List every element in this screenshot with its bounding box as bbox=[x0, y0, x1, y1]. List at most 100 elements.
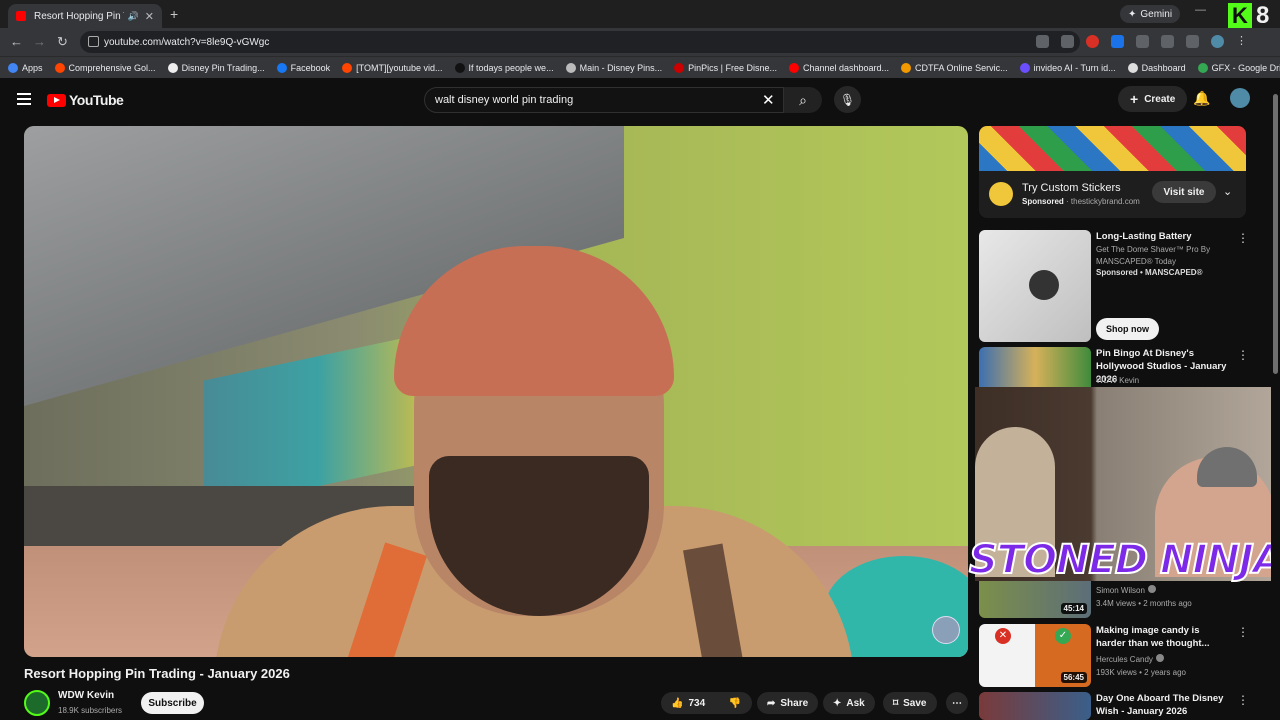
page-scrollbar[interactable] bbox=[1271, 82, 1280, 720]
bookmark-favicon-icon bbox=[342, 62, 353, 73]
bookmark-label: Main - Disney Pins... bbox=[579, 62, 663, 73]
recommendation-title[interactable]: Long-Lasting Battery bbox=[1096, 230, 1231, 243]
media-control-icon[interactable] bbox=[1186, 35, 1199, 48]
ask-button[interactable]: ✦ Ask bbox=[823, 692, 875, 714]
recommendation-item[interactable]: Day One Aboard The Disney Wish - January… bbox=[979, 692, 1279, 720]
more-options-icon[interactable]: ⋮ bbox=[1237, 693, 1249, 707]
menu-kebab-icon[interactable]: ⋮ bbox=[1236, 35, 1249, 48]
browser-tab-active[interactable]: Resort Hopping Pin Trading 🔊 ✕ bbox=[8, 4, 162, 28]
ask-label: Ask bbox=[846, 697, 865, 709]
bookmark-item[interactable]: PinPics | Free Disne... bbox=[674, 62, 777, 73]
dislike-button[interactable]: 👎 bbox=[718, 692, 752, 714]
more-options-icon[interactable]: ⋮ bbox=[1237, 625, 1249, 639]
verified-badge-icon bbox=[1147, 585, 1156, 593]
shaver-product-image bbox=[1029, 270, 1059, 300]
minimize-icon[interactable]: — bbox=[1195, 4, 1206, 16]
site-info-icon[interactable] bbox=[88, 36, 99, 47]
channel-name[interactable]: WDW Kevin bbox=[58, 690, 114, 701]
notifications-bell-icon[interactable]: 🔔 bbox=[1193, 90, 1210, 107]
search-button[interactable]: ⌕ bbox=[784, 87, 822, 113]
speaker-icon[interactable]: 🔊 bbox=[128, 11, 139, 22]
subscribe-button[interactable]: Subscribe bbox=[141, 692, 204, 714]
ad-card[interactable]: Try Custom Stickers Sponsored · thestick… bbox=[979, 171, 1246, 218]
bookmark-item[interactable]: GFX - Google Drive bbox=[1197, 62, 1280, 73]
video-player[interactable] bbox=[24, 126, 968, 657]
bookmark-item[interactable]: [TOMT][youtube vid... bbox=[342, 62, 443, 73]
visit-site-button[interactable]: Visit site bbox=[1152, 181, 1216, 203]
voice-search-button[interactable]: 🎙 bbox=[834, 86, 861, 113]
share-label: Share bbox=[780, 697, 809, 709]
recommendation-title[interactable]: Making image candy is harder than we tho… bbox=[1096, 624, 1231, 650]
back-arrow-icon[interactable]: ← bbox=[10, 34, 23, 49]
youtube-logo[interactable]: YouTube bbox=[47, 92, 124, 108]
reload-icon[interactable]: ↻ bbox=[57, 34, 68, 50]
bookmark-item[interactable]: Apps bbox=[8, 62, 43, 73]
more-options-icon[interactable]: ⋮ bbox=[1237, 231, 1249, 245]
recommendation-channel[interactable]: Simon Wilson bbox=[1096, 585, 1156, 595]
recommendation-item[interactable]: Pin Bingo At Disney's Hollywood Studios … bbox=[979, 347, 1279, 410]
gemini-button[interactable]: ✦ Gemini bbox=[1120, 5, 1181, 23]
hamburger-menu-icon[interactable] bbox=[17, 93, 31, 105]
profile-icon[interactable] bbox=[1211, 35, 1224, 48]
puzzle-icon[interactable] bbox=[1136, 35, 1149, 48]
stream-overlay-text: STONED NINJA bbox=[968, 536, 1280, 584]
recommendation-thumbnail[interactable] bbox=[979, 230, 1091, 342]
search-input[interactable]: walt disney world pin trading bbox=[424, 87, 784, 113]
bookmark-favicon-icon bbox=[1127, 62, 1138, 73]
close-tab-icon[interactable]: ✕ bbox=[145, 10, 154, 23]
bookmark-item[interactable]: invideo AI - Turn id... bbox=[1019, 62, 1116, 73]
ad-banner-image[interactable] bbox=[979, 126, 1246, 171]
ad-title[interactable]: Try Custom Stickers bbox=[1022, 182, 1121, 194]
sponsored-recommendation[interactable]: Long-Lasting Battery Get The Dome Shaver… bbox=[979, 230, 1279, 342]
tab-search-icon[interactable] bbox=[1161, 35, 1174, 48]
extension-blue-icon[interactable] bbox=[1111, 35, 1124, 48]
bookmark-item[interactable]: Dashboard bbox=[1127, 62, 1186, 73]
cast-icon[interactable] bbox=[1036, 35, 1049, 48]
more-options-icon[interactable]: ⋮ bbox=[1237, 348, 1249, 362]
bookmark-item[interactable]: If todays people we... bbox=[454, 62, 554, 73]
recommendation-channel[interactable]: Hercules Candy bbox=[1096, 654, 1164, 664]
create-button[interactable]: + Create bbox=[1118, 86, 1188, 112]
bookmark-star-icon[interactable] bbox=[1061, 35, 1074, 48]
clear-search-icon[interactable]: ✕ bbox=[762, 91, 775, 109]
bookmark-label: GFX - Google Drive bbox=[1211, 62, 1280, 73]
bookmark-item[interactable]: Facebook bbox=[276, 62, 331, 73]
scrollbar-thumb[interactable] bbox=[1273, 94, 1278, 374]
bookmark-label: invideo AI - Turn id... bbox=[1033, 62, 1116, 73]
new-tab-button[interactable]: + bbox=[170, 6, 178, 22]
channel-avatar[interactable] bbox=[24, 690, 50, 716]
chevron-down-icon[interactable]: ⌄ bbox=[1223, 185, 1232, 198]
extension-red-icon[interactable] bbox=[1086, 35, 1099, 48]
bookmark-label: [TOMT][youtube vid... bbox=[356, 62, 443, 73]
bookmark-item[interactable]: Disney Pin Trading... bbox=[167, 62, 265, 73]
recommendation-item[interactable]: ✕ ✓ 56:45 Making image candy is harder t… bbox=[979, 624, 1279, 687]
account-avatar[interactable] bbox=[1230, 88, 1250, 108]
channel-watermark-icon[interactable] bbox=[932, 616, 960, 644]
forward-arrow-icon[interactable]: → bbox=[33, 34, 46, 49]
bookmark-favicon-icon bbox=[276, 62, 287, 73]
bookmark-item[interactable]: Channel dashboard... bbox=[788, 62, 890, 73]
ad-sponsor-line: Sponsored · thestickybrand.com bbox=[1022, 197, 1140, 206]
recommendation-thumbnail[interactable]: ✕ ✓ 56:45 bbox=[979, 624, 1091, 687]
bookmark-label: Channel dashboard... bbox=[802, 62, 890, 73]
recommendation-title[interactable]: Day One Aboard The Disney Wish - January… bbox=[1096, 692, 1231, 718]
more-actions-button[interactable]: ⋯ bbox=[946, 692, 968, 714]
share-button[interactable]: ➦ Share bbox=[757, 692, 819, 714]
recommendation-thumbnail[interactable] bbox=[979, 692, 1091, 720]
bookmark-label: Apps bbox=[22, 62, 43, 73]
like-count: 734 bbox=[688, 697, 706, 709]
save-button[interactable]: ⌑ Save bbox=[883, 692, 937, 714]
recommendation-channel[interactable]: WDW Kevin bbox=[1096, 376, 1139, 385]
bookmark-item[interactable]: Comprehensive Gol... bbox=[54, 62, 156, 73]
bookmark-item[interactable]: Main - Disney Pins... bbox=[565, 62, 663, 73]
shop-now-button[interactable]: Shop now bbox=[1096, 318, 1159, 340]
bookmark-favicon-icon bbox=[1019, 62, 1030, 73]
address-bar[interactable]: youtube.com/watch?v=8le9Q-vGWgc bbox=[80, 31, 1080, 53]
bookmark-icon: ⌑ bbox=[893, 697, 899, 709]
like-button[interactable]: 👍 734 bbox=[661, 692, 725, 714]
browser-tab-strip: Resort Hopping Pin Trading 🔊 ✕ + ✦ Gemin… bbox=[0, 0, 1280, 29]
bookmark-item[interactable]: CDTFA Online Servic... bbox=[901, 62, 1008, 73]
bookmark-label: Facebook bbox=[290, 62, 331, 73]
check-mark-icon: ✓ bbox=[1055, 628, 1071, 644]
youtube-logo-text: YouTube bbox=[69, 92, 124, 108]
